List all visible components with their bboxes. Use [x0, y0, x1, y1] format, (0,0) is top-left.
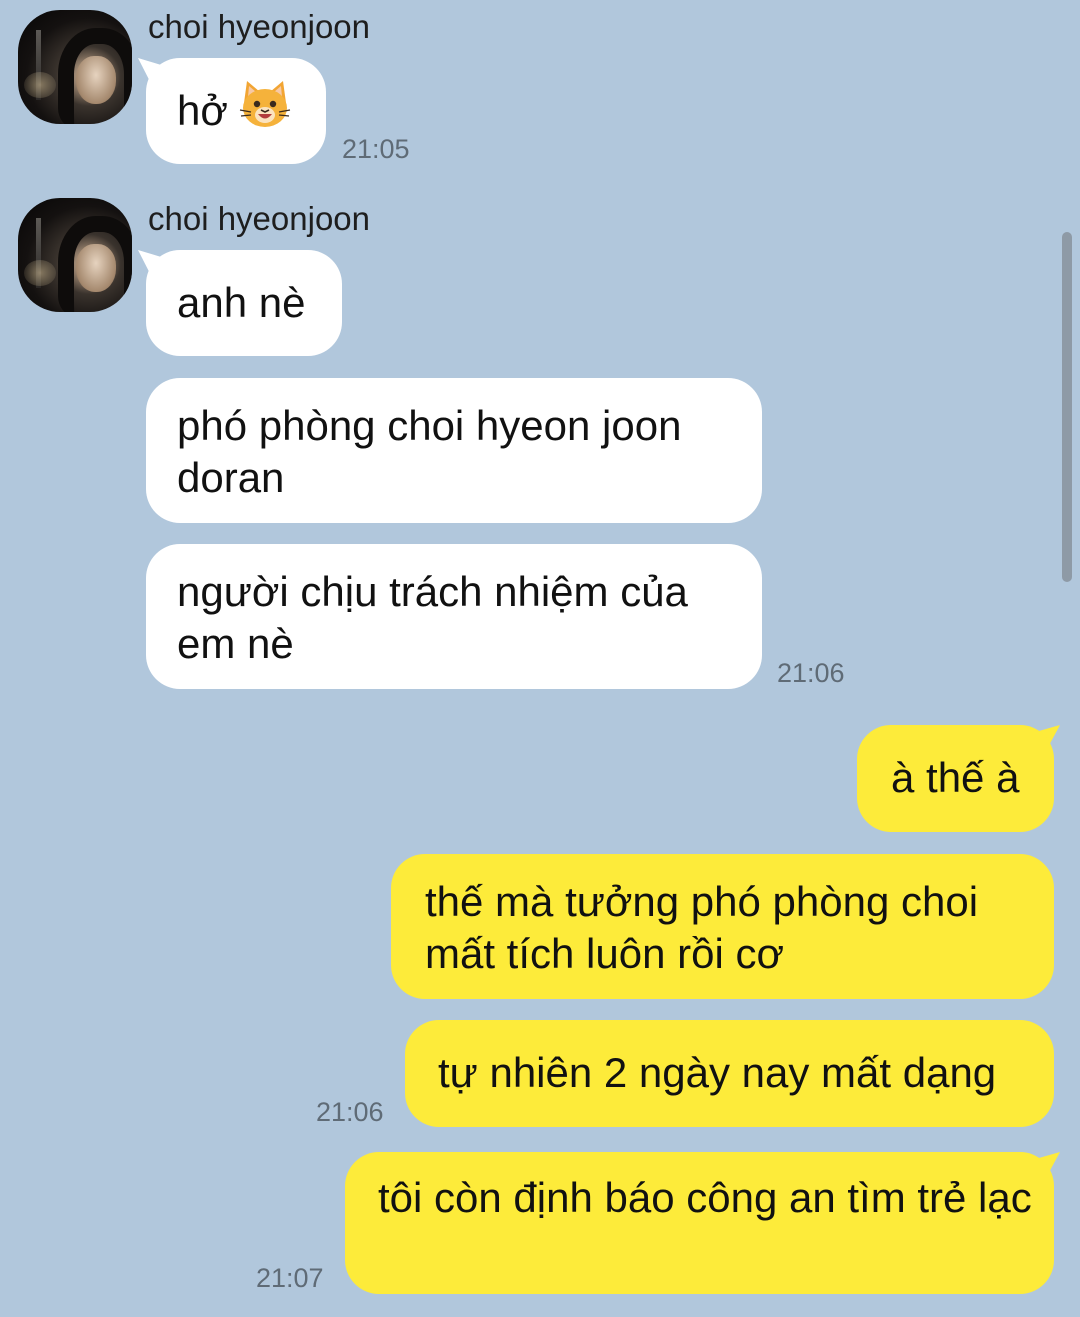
incoming-message-bubble[interactable]: người chịu trách nhiệm của em nè	[146, 544, 762, 689]
incoming-message-bubble[interactable]: anh nè	[146, 250, 342, 356]
avatar-photo-detail	[58, 216, 132, 312]
incoming-message-bubble[interactable]: hở	[146, 58, 326, 164]
avatar-photo-detail	[24, 260, 56, 286]
outgoing-message-bubble[interactable]: à thế à	[857, 725, 1054, 832]
contact-avatar[interactable]	[18, 198, 132, 312]
outgoing-message-bubble[interactable]: tự nhiên 2 ngày nay mất dạng	[405, 1020, 1054, 1127]
outgoing-message-bubble[interactable]: thế mà tưởng phó phòng choi mất tích luô…	[391, 854, 1054, 999]
message-text: à thế à	[891, 754, 1020, 801]
message-text: anh nè	[177, 279, 306, 326]
incoming-message-bubble[interactable]: phó phòng choi hyeon joon doran	[146, 378, 762, 523]
contact-avatar[interactable]	[18, 10, 132, 124]
sender-name: choi hyeonjoon	[148, 8, 371, 45]
message-text: tôi còn định báo công an tìm trẻ lạc	[378, 1174, 1032, 1221]
grinning-cat-emoji-icon	[238, 79, 292, 141]
message-text: người chịu trách nhiệm của em nè	[177, 568, 688, 667]
outgoing-message-bubble[interactable]: tôi còn định báo công an tìm trẻ lạc	[345, 1152, 1054, 1294]
message-timestamp: 21:06	[316, 1097, 384, 1127]
message-timestamp: 21:06	[777, 658, 845, 688]
message-text: hở	[177, 87, 228, 134]
message-text: thế mà tưởng phó phòng choi mất tích luô…	[425, 878, 979, 977]
message-text: phó phòng choi hyeon joon doran	[177, 402, 682, 501]
message-text: tự nhiên 2 ngày nay mất dạng	[438, 1049, 997, 1096]
message-timestamp: 21:07	[256, 1263, 324, 1293]
avatar-photo-detail	[24, 72, 56, 98]
avatar-photo-detail	[58, 28, 132, 124]
message-timestamp: 21:05	[342, 134, 410, 164]
scrollbar[interactable]	[1062, 232, 1072, 582]
sender-name: choi hyeonjoon	[148, 200, 371, 237]
